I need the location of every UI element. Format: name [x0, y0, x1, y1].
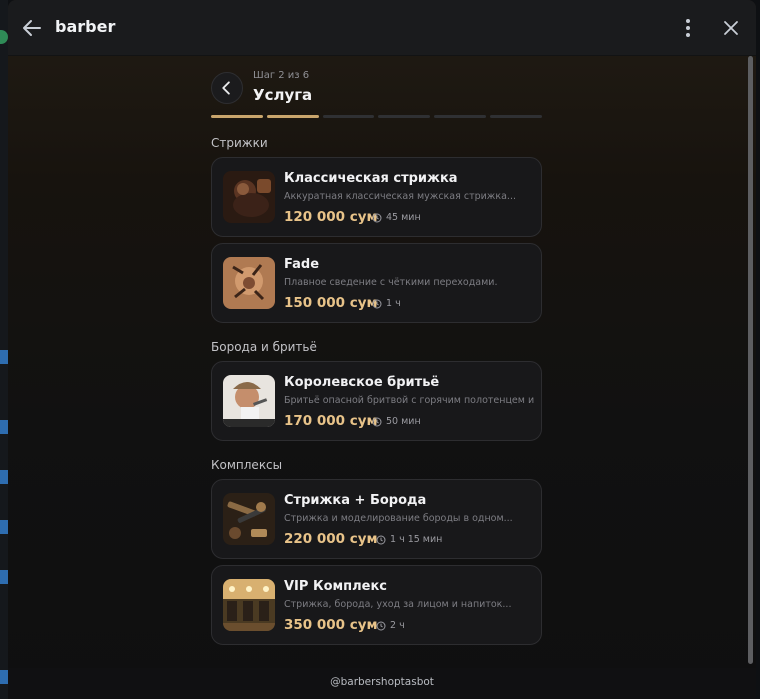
service-price: 150 000 сум: [284, 295, 378, 311]
service-card[interactable]: Fade Плавное сведение с чёткими перехода…: [211, 243, 542, 323]
duration-text: 2 ч: [390, 620, 405, 631]
clock-icon: [376, 535, 386, 544]
chat-avatar-fragment: [0, 30, 8, 44]
progress-segment: [490, 115, 542, 118]
unread-badge-fragment: [0, 470, 8, 484]
service-thumbnail: [223, 579, 275, 631]
step-counter: Шаг 2 из 6: [253, 70, 310, 81]
window-titlebar: barber: [8, 0, 756, 56]
service-card[interactable]: VIP Комплекс Стрижка, борода, уход за ли…: [211, 565, 542, 645]
step-progress-bar: [211, 115, 542, 118]
service-name: Стрижка + Борода: [284, 493, 427, 508]
service-name: Королевское бритьё: [284, 375, 440, 390]
section-title: Комплексы: [211, 458, 283, 472]
chevron-left-icon: [222, 81, 230, 95]
clock-icon: [372, 417, 382, 426]
service-description: Стрижка и моделирование бороды в одном..…: [284, 513, 513, 524]
service-thumbnail: [223, 171, 275, 223]
service-name: Классическая стрижка: [284, 171, 458, 186]
duration-text: 50 мин: [386, 416, 421, 427]
bot-footer: @barbershoptasbot: [8, 668, 756, 699]
service-price: 170 000 сум: [284, 413, 378, 429]
mini-app-window: barber Шаг 2 из 6 Услуга Стрижки Классич…: [8, 0, 756, 699]
service-thumbnail: [223, 493, 275, 545]
section-title: Стрижки: [211, 136, 268, 150]
service-price: 120 000 сум: [284, 209, 378, 225]
service-name: Fade: [284, 257, 320, 272]
service-description: Плавное сведение с чёткими переходами.: [284, 277, 498, 288]
service-price: 220 000 сум: [284, 531, 378, 547]
service-description: Стрижка, борода, уход за лицом и напиток…: [284, 599, 512, 610]
scrollbar[interactable]: [748, 56, 753, 664]
service-card[interactable]: Классическая стрижка Аккуратная классиче…: [211, 157, 542, 237]
step-back-button[interactable]: [211, 72, 243, 104]
progress-segment: [266, 115, 319, 118]
clock-icon: [372, 213, 382, 222]
clock-icon: [372, 299, 382, 308]
progress-segment: [434, 115, 487, 118]
service-description: Бритьё опасной бритвой с горячим полотен…: [284, 395, 534, 406]
window-title: barber: [55, 17, 116, 36]
close-icon[interactable]: [721, 18, 741, 38]
service-description: Аккуратная классическая мужская стрижка.…: [284, 191, 516, 202]
progress-segment: [211, 115, 263, 118]
service-thumbnail: [223, 375, 275, 427]
bot-username[interactable]: @barbershoptasbot: [8, 676, 756, 688]
duration-text: 1 ч 15 мин: [390, 534, 443, 545]
duration-text: 1 ч: [386, 298, 401, 309]
progress-segment: [378, 115, 431, 118]
unread-badge-fragment: [0, 570, 8, 584]
service-thumbnail: [223, 257, 275, 309]
duration-text: 45 мин: [386, 212, 421, 223]
service-duration: 50 мин: [372, 416, 421, 427]
unread-badge-fragment: [0, 670, 8, 684]
service-duration: 1 ч 15 мин: [376, 534, 442, 545]
service-price: 350 000 сум: [284, 617, 378, 633]
section-title: Борода и бритьё: [211, 340, 317, 354]
page-title: Услуга: [253, 86, 313, 104]
service-duration: 45 мин: [372, 212, 421, 223]
service-duration: 1 ч: [372, 298, 401, 309]
more-menu-icon[interactable]: [678, 17, 698, 39]
unread-badge-fragment: [0, 520, 8, 534]
service-name: VIP Комплекс: [284, 579, 387, 594]
service-card[interactable]: Стрижка + Борода Стрижка и моделирование…: [211, 479, 542, 559]
progress-segment: [322, 115, 375, 118]
back-arrow-icon[interactable]: [20, 16, 44, 40]
clock-icon: [376, 621, 386, 630]
unread-badge-fragment: [0, 350, 8, 364]
background-chat-list-edge: [0, 0, 8, 699]
services-page: Шаг 2 из 6 Услуга Стрижки Классическая с…: [8, 56, 748, 668]
service-card[interactable]: Королевское бритьё Бритьё опасной бритво…: [211, 361, 542, 441]
service-duration: 2 ч: [376, 620, 405, 631]
unread-badge-fragment: [0, 420, 8, 434]
